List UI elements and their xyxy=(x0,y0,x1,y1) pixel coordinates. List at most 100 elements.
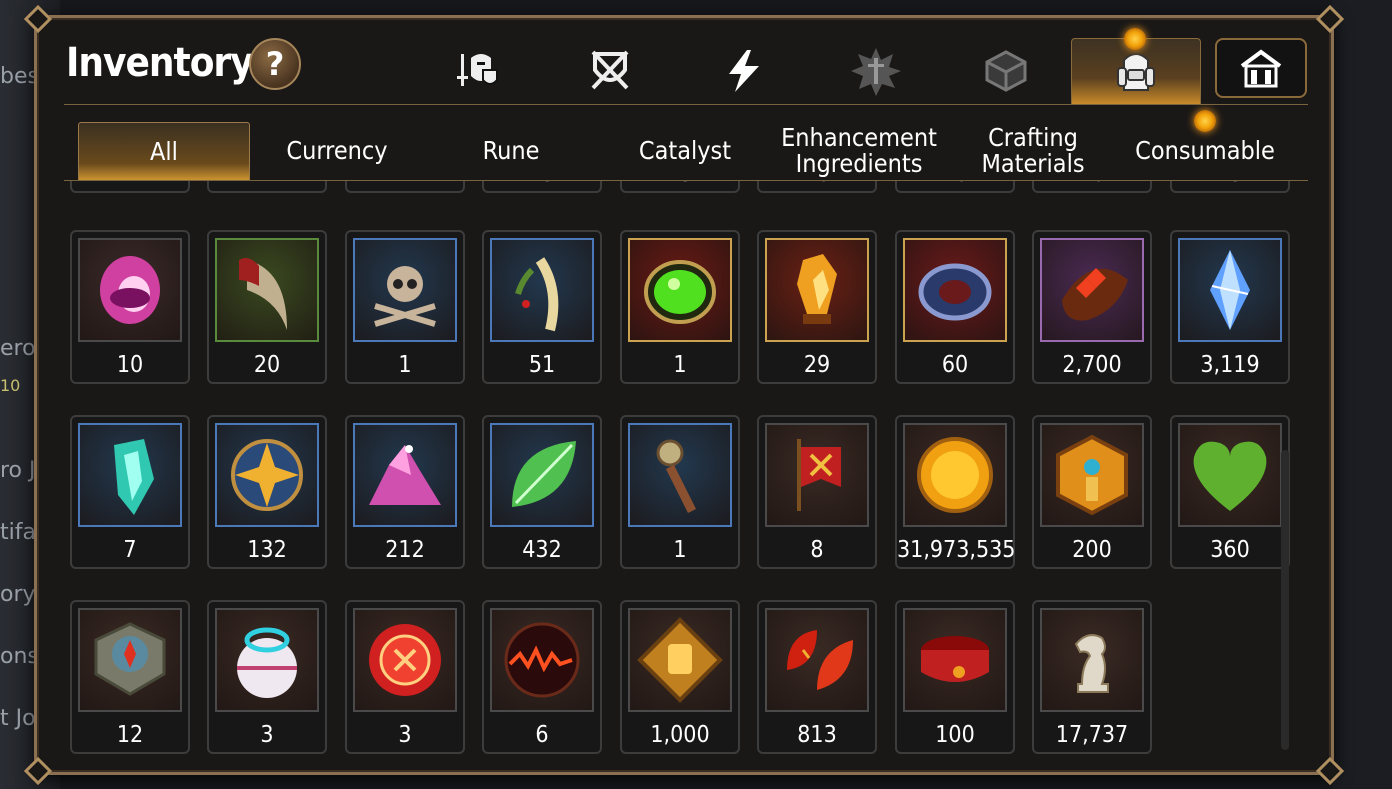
tab-equipment[interactable] xyxy=(694,38,794,104)
notification-dot xyxy=(1194,110,1216,132)
item-count: 3 xyxy=(398,722,412,748)
red-leaves-icon xyxy=(765,608,869,712)
subtab-enhancement-ingredients[interactable]: Enhancement Ingredients xyxy=(772,122,946,180)
item-count: 10 xyxy=(1034,181,1150,187)
help-button[interactable]: ? xyxy=(249,38,301,90)
background-right xyxy=(1332,0,1392,789)
item-count: 1 xyxy=(673,537,687,563)
scrollbar[interactable] xyxy=(1281,450,1289,750)
mineral-pile-icon xyxy=(353,423,457,527)
item-grid: 2121525101010151020151129602,7003,119713… xyxy=(64,181,1304,755)
item-slot-gold-hex-emblem[interactable]: 200 xyxy=(1032,415,1152,569)
item-count: 60 xyxy=(941,352,969,378)
item-slot-war-banner[interactable]: 8 xyxy=(757,415,877,569)
item-count: 2 xyxy=(72,181,188,187)
banner-icon xyxy=(765,423,869,527)
tab-specialty[interactable] xyxy=(826,38,926,104)
item-slot-gold-coin[interactable]: 31,973,535 xyxy=(895,415,1015,569)
pendant-icon xyxy=(628,423,732,527)
gold-shard-icon xyxy=(765,238,869,342)
item-slot-partial[interactable]: 15 xyxy=(1170,181,1290,193)
item-count: 1 xyxy=(209,181,325,187)
item-count: 1,000 xyxy=(650,722,710,748)
item-slot-partial[interactable]: 10 xyxy=(895,181,1015,193)
burst-dagger-icon xyxy=(851,48,901,96)
knight-helmet-sword-icon xyxy=(457,54,498,86)
item-slot-ginseng-root[interactable]: 51 xyxy=(482,230,602,384)
item-slot-star-compass-amulet[interactable]: 132 xyxy=(207,415,327,569)
item-slot-blue-crystal[interactable]: 3,119 xyxy=(1170,230,1290,384)
tab-artifact[interactable] xyxy=(560,38,660,104)
item-slot-pink-mineral-pile[interactable]: 212 xyxy=(345,415,465,569)
item-count: 15 xyxy=(1172,181,1288,187)
teal-crystal-icon xyxy=(78,423,182,527)
item-slot-partial[interactable]: 10 xyxy=(757,181,877,193)
item-slot-partial[interactable]: 2 xyxy=(70,181,190,193)
subtab-all[interactable]: All xyxy=(78,122,250,181)
compass-icon xyxy=(78,608,182,712)
item-slot-stone-compass[interactable]: 12 xyxy=(70,600,190,754)
star-amulet-icon xyxy=(215,423,319,527)
item-slot-partial[interactable]: 15 xyxy=(482,181,602,193)
item-slot-red-band[interactable]: 100 xyxy=(895,600,1015,754)
item-count: 7 xyxy=(123,537,137,563)
item-count: 51 xyxy=(528,352,556,378)
item-count: 10 xyxy=(116,352,144,378)
item-slot-green-orb[interactable]: 1 xyxy=(620,230,740,384)
root-icon xyxy=(490,238,594,342)
item-count: 6 xyxy=(535,722,549,748)
item-count: 20 xyxy=(253,352,281,378)
item-count: 8 xyxy=(810,537,824,563)
medal-icon xyxy=(353,608,457,712)
subtab-catalyst[interactable]: Catalyst xyxy=(600,122,770,180)
subtab-currency[interactable]: Currency xyxy=(254,122,420,180)
item-count: 212 xyxy=(385,537,425,563)
green-orb-icon xyxy=(628,238,732,342)
subtab-rune[interactable]: Rune xyxy=(428,122,594,180)
item-slot-pink-gem-catalyst[interactable]: 10 xyxy=(70,230,190,384)
tab-hero[interactable] xyxy=(430,38,530,104)
item-slot-fist-emblem[interactable]: 1,000 xyxy=(620,600,740,754)
subtab-crafting-materials[interactable]: Crafting Materials xyxy=(950,122,1116,180)
item-count: 15 xyxy=(484,181,600,187)
item-slot-horse-chess-piece[interactable]: 17,737 xyxy=(1032,600,1152,754)
hex-emblem-icon xyxy=(1040,423,1144,527)
item-count: 3 xyxy=(260,722,274,748)
dice-cube-icon xyxy=(985,50,1027,92)
item-slot-red-leaves[interactable]: 813 xyxy=(757,600,877,754)
item-count: 2,700 xyxy=(1062,352,1122,378)
backpack-icon xyxy=(1117,52,1155,91)
brooch-icon xyxy=(1040,238,1144,342)
item-slot-dagger-pendant[interactable]: 1 xyxy=(620,415,740,569)
item-slot-leaf[interactable]: 432 xyxy=(482,415,602,569)
item-slot-skull-crossbones[interactable]: 1 xyxy=(345,230,465,384)
item-count: 31,973,535 xyxy=(897,537,1016,563)
storage-button[interactable] xyxy=(1215,38,1307,98)
item-count: 100 xyxy=(935,722,975,748)
knight-piece-icon xyxy=(1040,608,1144,712)
item-count: 132 xyxy=(247,537,287,563)
item-count: 813 xyxy=(797,722,837,748)
item-count: 10 xyxy=(897,181,1013,187)
item-slot-pet-capsule[interactable]: 3 xyxy=(207,600,327,754)
item-count: 12 xyxy=(116,722,144,748)
item-slot-starry-ring[interactable]: 60 xyxy=(895,230,1015,384)
item-count: 25 xyxy=(622,181,738,187)
item-slot-teal-crystal[interactable]: 7 xyxy=(70,415,190,569)
item-slot-partial[interactable]: 25 xyxy=(620,181,740,193)
pink-orb-icon xyxy=(78,238,182,342)
item-slot-partial[interactable]: 10 xyxy=(1032,181,1152,193)
item-count: 29 xyxy=(803,352,831,378)
item-count: 17,737 xyxy=(1055,722,1129,748)
item-count: 1 xyxy=(398,352,412,378)
item-slot-partial[interactable]: 1 xyxy=(207,181,327,193)
item-slot-gold-crystal-shard[interactable]: 29 xyxy=(757,230,877,384)
item-slot-red-medal[interactable]: 3 xyxy=(345,600,465,754)
item-slot-flower-brooch[interactable]: 2,700 xyxy=(1032,230,1152,384)
tab-memory[interactable] xyxy=(956,38,1056,104)
crystal-icon xyxy=(1178,238,1282,342)
item-slot-green-heart[interactable]: 360 xyxy=(1170,415,1290,569)
item-slot-partial[interactable]: 2 xyxy=(345,181,465,193)
item-slot-beast-claw[interactable]: 20 xyxy=(207,230,327,384)
item-slot-lava-orb[interactable]: 6 xyxy=(482,600,602,754)
